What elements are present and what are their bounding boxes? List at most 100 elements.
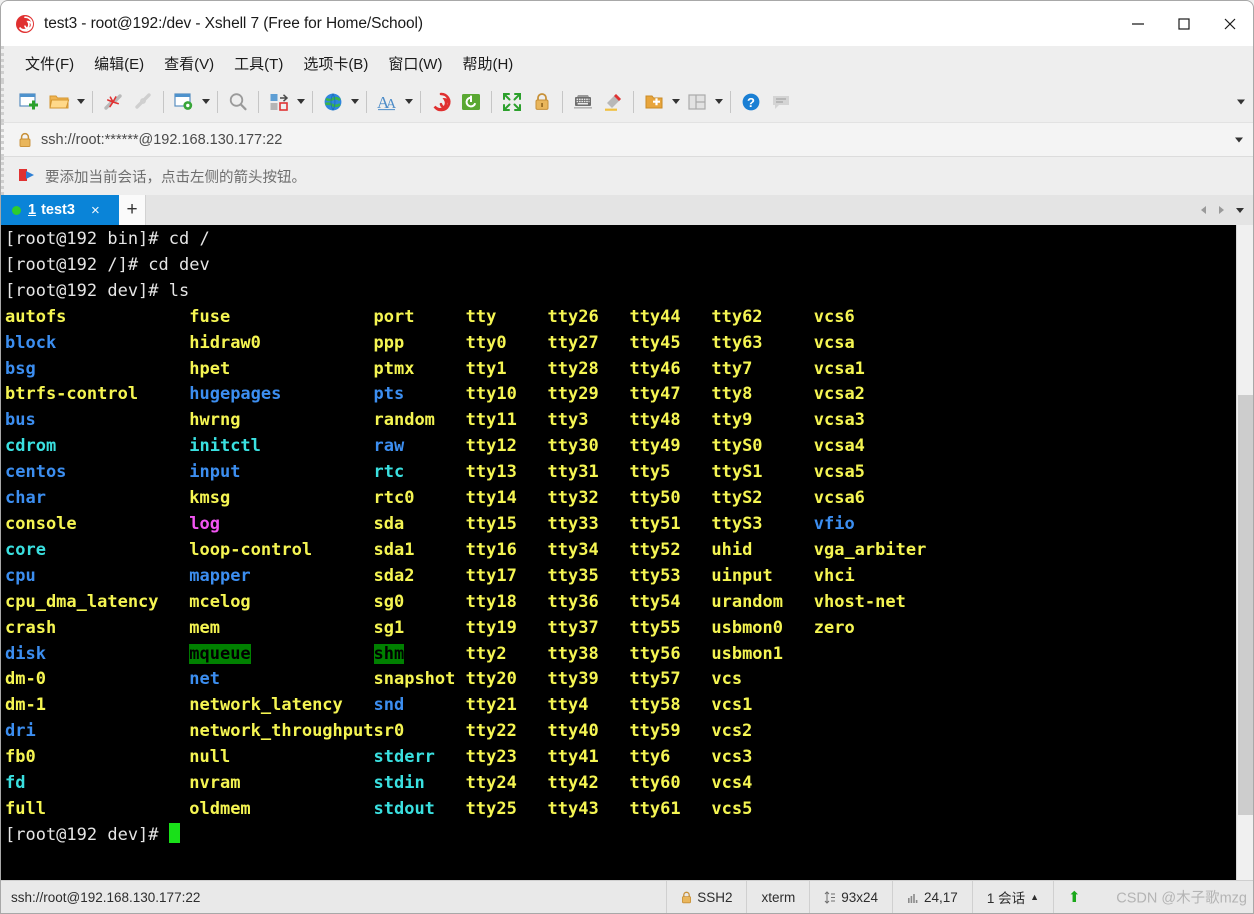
- terminal-entry: tty0: [465, 332, 507, 353]
- xftp-icon[interactable]: [456, 87, 486, 117]
- open-folder-icon[interactable]: [44, 87, 74, 117]
- toolbar-separator: [312, 90, 313, 113]
- find-icon[interactable]: [223, 87, 253, 117]
- terminal-entry: network_throughput: [189, 721, 374, 742]
- terminal-entry: vhci: [813, 565, 855, 586]
- terminal-entry: tty36: [547, 591, 599, 612]
- terminal-output[interactable]: [root@192 bin]# cd / [root@192 /]# cd dev…: [1, 225, 1236, 880]
- terminal-entry: rtc: [373, 462, 405, 483]
- terminal-entry: ppp: [373, 332, 405, 353]
- terminal-entry: sda1: [373, 539, 415, 560]
- terminal-entry: fuse: [189, 306, 231, 327]
- xshell-icon[interactable]: [426, 87, 456, 117]
- menu-help[interactable]: 帮助(H): [455, 49, 520, 78]
- terminal-entry: disk: [5, 643, 46, 664]
- keyboard-icon[interactable]: [568, 87, 598, 117]
- chevron-right-icon[interactable]: [1214, 195, 1229, 225]
- xshell-spiral-logo-icon: [15, 14, 35, 34]
- reconnect-icon[interactable]: [128, 87, 158, 117]
- terminal-entry: tty15: [465, 513, 517, 534]
- highlight-icon[interactable]: [598, 87, 628, 117]
- new-session-icon[interactable]: [14, 87, 44, 117]
- session-properties-icon[interactable]: [169, 87, 199, 117]
- terminal-line: crash mem sg1 tty19 tty37 tty55 usbmon0 …: [5, 616, 1236, 642]
- status-sessions[interactable]: 1 会话 ▲: [971, 880, 1053, 913]
- lock-icon[interactable]: [527, 87, 557, 117]
- status-bar: ssh://root@192.168.130.177:22 SSH2 xterm: [1, 880, 1253, 913]
- comment-icon[interactable]: [766, 87, 796, 117]
- toolbar-separator: [366, 90, 367, 113]
- terminal-entry: tty63: [711, 332, 763, 353]
- terminal-entry: vcs: [711, 669, 743, 690]
- toolbar-separator: [258, 90, 259, 113]
- upload-arrow-icon: ⬆: [1068, 889, 1081, 906]
- terminal-entry: tty55: [629, 617, 681, 638]
- session-properties-dropdown-icon[interactable]: [199, 87, 212, 117]
- terminal-line: block hidraw0 ppp tty0 tty27 tty45 tty63…: [5, 331, 1236, 357]
- terminal-line: full oldmem stdout tty25 tty43 tty61 vcs…: [5, 797, 1236, 823]
- menu-file[interactable]: 文件(F): [18, 49, 81, 78]
- terminal-entry: tty19: [465, 617, 517, 638]
- close-button[interactable]: [1207, 1, 1253, 46]
- status-protocol-label: SSH2: [697, 889, 733, 905]
- menu-tools[interactable]: 工具(T): [227, 49, 290, 78]
- terminal-entry: mcelog: [189, 591, 251, 612]
- disconnect-icon[interactable]: [98, 87, 128, 117]
- terminal-line: [root@192 bin]# cd /: [5, 229, 210, 249]
- terminal-entry: tty32: [547, 488, 599, 509]
- terminal-entry: tty11: [465, 410, 517, 431]
- terminal-entry: tty9: [711, 410, 753, 431]
- address-dropdown-icon[interactable]: [1235, 137, 1243, 142]
- terminal-entry: zero: [813, 617, 855, 638]
- terminal-line: cpu_dma_latency mcelog sg0 tty18 tty36 t…: [5, 590, 1236, 616]
- add-folder-dropdown-icon[interactable]: [669, 87, 682, 117]
- terminal-entry: nvram: [189, 773, 241, 794]
- terminal-entry: full: [5, 798, 46, 819]
- terminal-entry: tty4: [547, 695, 589, 716]
- terminal-line: fd nvram stdin tty24 tty42 tty60 vcs4: [5, 771, 1236, 797]
- menu-tabs[interactable]: 选项卡(B): [296, 49, 375, 78]
- terminal-entry: tty6: [629, 747, 671, 768]
- fullscreen-icon[interactable]: [497, 87, 527, 117]
- menu-window[interactable]: 窗口(W): [381, 49, 449, 78]
- font-icon[interactable]: A A: [372, 87, 402, 117]
- globe-icon[interactable]: [318, 87, 348, 117]
- address-input[interactable]: ssh://root:******@192.168.130.177:22: [41, 132, 282, 148]
- menu-view[interactable]: 查看(V): [157, 49, 221, 78]
- layout-icon[interactable]: [682, 87, 712, 117]
- scrollbar-thumb[interactable]: [1237, 395, 1253, 815]
- add-folder-icon[interactable]: [639, 87, 669, 117]
- status-size-label: 93x24: [841, 889, 879, 905]
- new-tab-button[interactable]: +: [119, 195, 146, 225]
- terminal-entry: tty25: [465, 798, 517, 819]
- toolbar-separator: [163, 90, 164, 113]
- terminal-entry: vcs5: [711, 798, 753, 819]
- help-icon[interactable]: ?: [736, 87, 766, 117]
- address-bar[interactable]: ssh://root:******@192.168.130.177:22: [1, 122, 1253, 157]
- terminal-entry: uhid: [711, 539, 753, 560]
- transfer-dropdown-icon[interactable]: [294, 87, 307, 117]
- terminal-entry: vfio: [813, 513, 855, 534]
- menu-edit[interactable]: 编辑(E): [87, 49, 151, 78]
- toolbar-overflow-icon[interactable]: [1237, 99, 1245, 104]
- font-dropdown-icon[interactable]: [402, 87, 415, 117]
- toolbar-separator: [420, 90, 421, 113]
- tab-close-icon[interactable]: ×: [91, 203, 100, 218]
- terminal-entry: tty59: [629, 721, 681, 742]
- tab-test3[interactable]: 1 test3 ×: [1, 195, 119, 225]
- notification-text: 要添加当前会话，点击左侧的箭头按钮。: [45, 169, 306, 186]
- terminal-entry: tty26: [547, 306, 599, 327]
- terminal-entry: crash: [5, 617, 57, 638]
- open-folder-dropdown-icon[interactable]: [74, 87, 87, 117]
- minimize-button[interactable]: [1115, 1, 1161, 46]
- tab-list-chevron-down-icon[interactable]: [1232, 195, 1247, 225]
- chevron-left-icon[interactable]: [1196, 195, 1211, 225]
- sessions-caret-up-icon[interactable]: ▲: [1030, 892, 1039, 902]
- transfer-icon[interactable]: [264, 87, 294, 117]
- layout-dropdown-icon[interactable]: [712, 87, 725, 117]
- terminal-scrollbar[interactable]: [1236, 225, 1253, 880]
- maximize-button[interactable]: [1161, 1, 1207, 46]
- globe-dropdown-icon[interactable]: [348, 87, 361, 117]
- terminal-entry: tty8: [711, 384, 753, 405]
- terminal-line: char kmsg rtc0 tty14 tty32 tty50 ttyS2 v…: [5, 486, 1236, 512]
